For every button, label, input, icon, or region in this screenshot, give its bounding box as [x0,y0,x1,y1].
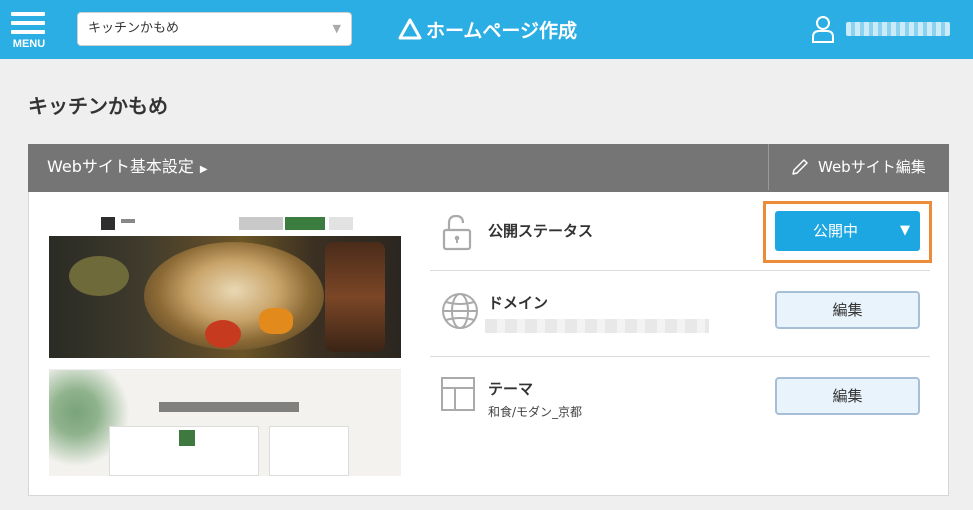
edit-website-button[interactable]: Webサイト編集 [790,144,926,190]
top-header: MENU キッチンかもめ ▼ ホームページ作成 [0,0,973,59]
layout-icon [441,377,475,411]
panel-body: 公開ステータス ドメイン テーマ 和食/モダン_京都 公開中 ▼ 編集 編集 [28,192,949,496]
preview-cta [239,217,283,230]
panel-title-arrow: ▶ [199,164,208,175]
globe-icon [442,293,478,329]
preview-food [325,242,385,352]
preview-nav [49,358,401,370]
edit-domain-button[interactable]: 編集 [775,291,920,329]
website-preview-thumbnail[interactable] [49,212,401,476]
chevron-down-icon: ▼ [332,22,341,35]
domain-value [485,319,709,333]
menu-button[interactable]: MENU [8,10,50,54]
edit-website-label: Webサイト編集 [818,158,926,176]
preview-calendar-highlight [179,430,195,446]
preview-food [205,320,241,348]
publish-status-label: 公開ステータス [488,222,594,240]
preview-heading [159,402,299,412]
user-name[interactable] [846,22,950,36]
menu-label: MENU [12,38,46,50]
preview-form [269,426,349,476]
theme-value: 和食/モダン_京都 [488,405,583,419]
preview-logo-text [121,219,135,223]
theme-label: テーマ [488,380,534,398]
edit-theme-button[interactable]: 編集 [775,377,920,415]
hamburger-icon [11,12,45,16]
preview-cta [329,217,353,230]
pencil-icon [792,159,808,175]
preview-food [259,308,293,334]
site-selector[interactable]: キッチンかもめ ▼ [77,12,352,46]
website-settings-toggle[interactable]: Webサイト基本設定 ▶ [47,144,208,193]
publish-status-dropdown[interactable]: 公開中 ▼ [775,211,920,251]
page-title: キッチンかもめ [28,94,168,118]
hamburger-icon [11,21,45,25]
header-divider [768,144,769,190]
publish-status-value: 公開中 [813,222,859,240]
user-icon[interactable] [811,15,835,43]
preview-cta [285,217,325,230]
panel-header: Webサイト基本設定 ▶ Webサイト編集 [28,144,949,192]
triangle-logo-icon [398,18,422,40]
brand-title: ホームページ作成 [426,19,578,42]
site-selector-value: キッチンかもめ [88,21,180,36]
lock-icon [442,214,472,251]
brand: ホームページ作成 [398,14,577,44]
panel-title: Webサイト基本設定 [47,157,194,176]
domain-label: ドメイン [488,294,549,312]
preview-food [69,256,129,296]
chevron-down-icon: ▼ [900,223,910,238]
preview-logo [101,217,115,230]
hamburger-icon [11,30,45,34]
